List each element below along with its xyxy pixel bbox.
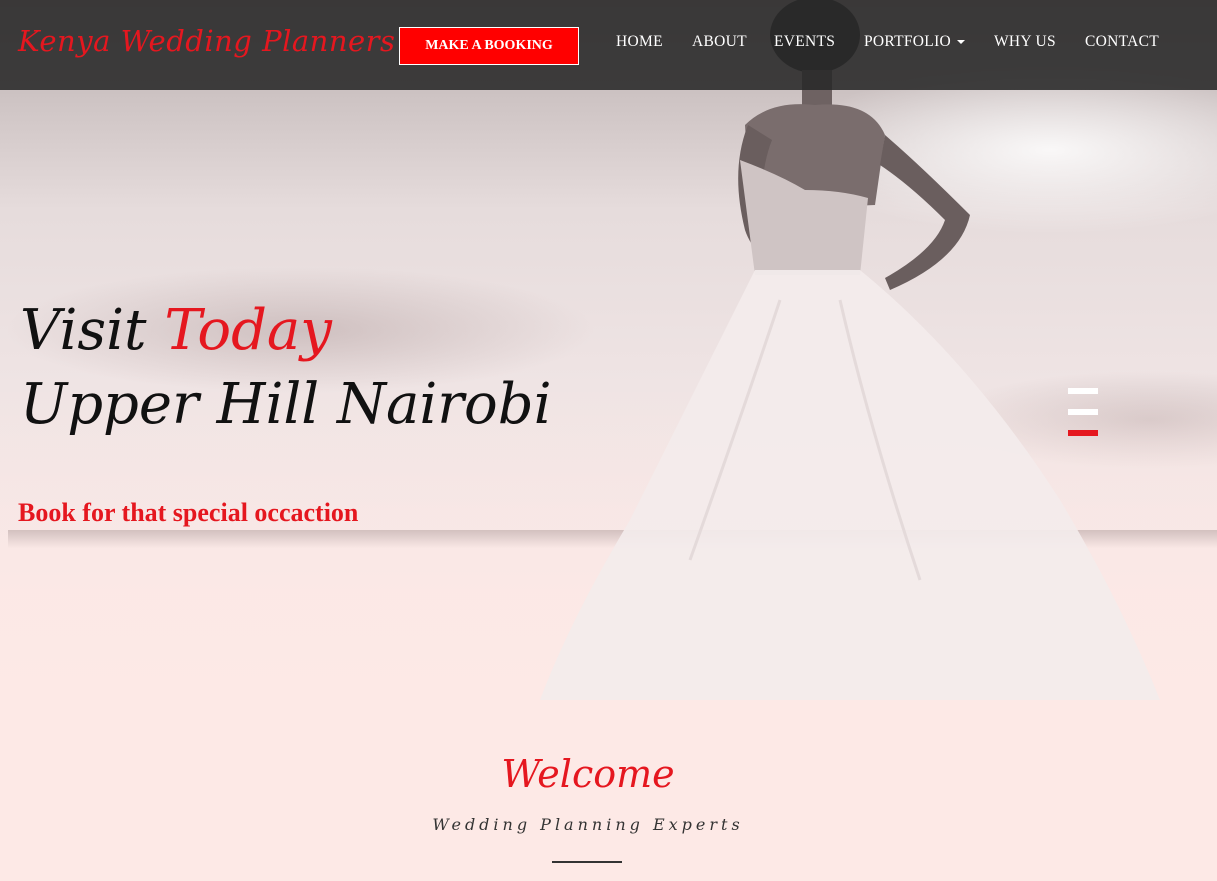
welcome-title: Welcome (501, 752, 675, 796)
nav-item-portfolio[interactable]: PORTFOLIO (864, 33, 966, 51)
caret-down-icon (957, 40, 966, 45)
hero-subtitle: Book for that special occaction (18, 498, 359, 527)
nav-item-why-us[interactable]: WHY US (994, 33, 1056, 51)
welcome-divider (552, 861, 622, 863)
page: Kenya Wedding Planners MAKE A BOOKING HO… (0, 0, 1217, 881)
hero-heading-line1: Visit Today (20, 298, 332, 363)
top-navbar: Kenya Wedding Planners MAKE A BOOKING HO… (0, 0, 1217, 90)
make-booking-button[interactable]: MAKE A BOOKING (399, 27, 579, 65)
hero-heading-today: Today (164, 298, 332, 363)
nav-item-events[interactable]: EVENTS (774, 33, 835, 51)
slider-indicator-2[interactable] (1068, 409, 1098, 415)
nav-item-about[interactable]: ABOUT (692, 33, 747, 51)
nav-item-home[interactable]: HOME (616, 33, 663, 51)
nav-item-contact[interactable]: CONTACT (1085, 33, 1159, 51)
nav-item-portfolio-label: PORTFOLIO (864, 33, 952, 50)
hero-heading-visit: Visit (20, 298, 147, 363)
slider-indicators (1068, 388, 1098, 451)
slider-indicator-3[interactable] (1068, 430, 1098, 436)
slider-indicator-1[interactable] (1068, 388, 1098, 394)
hero-heading-line2: Upper Hill Nairobi (20, 372, 552, 437)
welcome-subtitle: Wedding Planning Experts (432, 815, 744, 834)
brand-logo[interactable]: Kenya Wedding Planners (18, 24, 395, 58)
bride-photo (540, 0, 1160, 700)
